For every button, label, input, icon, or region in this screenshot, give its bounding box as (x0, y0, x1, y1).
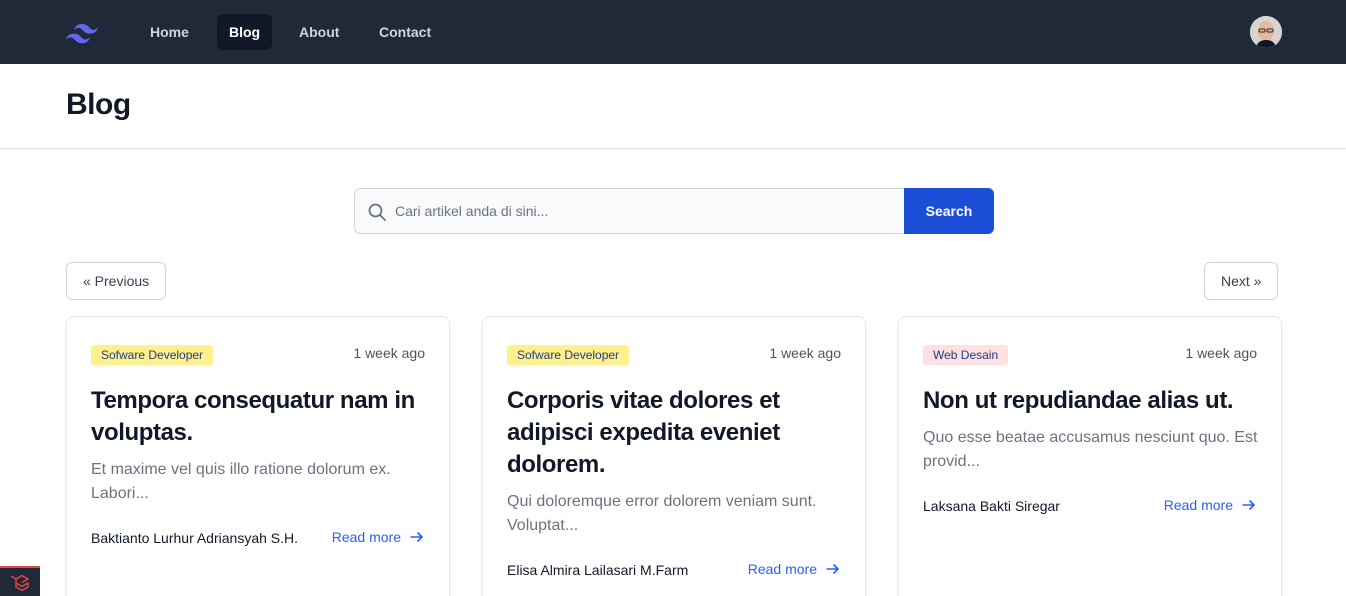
previous-button[interactable]: « Previous (66, 262, 167, 300)
category-badge[interactable]: Sofware Developer (91, 345, 214, 365)
post-title[interactable]: Corporis vitae dolores et adipisci exped… (507, 385, 843, 481)
search-input[interactable] (395, 189, 895, 233)
tailwind-logo-icon[interactable] (66, 20, 98, 44)
post-excerpt: Quo esse beatae accusamus nesciunt quo. … (923, 429, 1258, 470)
nav-link-blog[interactable]: Blog (217, 14, 273, 50)
read-more-link[interactable]: Read more (1164, 497, 1257, 513)
post-date: 1 week ago (353, 345, 425, 361)
read-more-label: Read more (331, 529, 401, 545)
page-title: Blog (66, 88, 131, 121)
page-header: Blog (0, 64, 1346, 149)
nav-link-contact[interactable]: Contact (367, 14, 443, 50)
post-excerpt: Qui doloremque error dolorem veniam sunt… (507, 493, 817, 534)
read-more-label: Read more (747, 561, 817, 577)
arrow-right-icon (410, 532, 423, 542)
read-more-link[interactable]: Read more (748, 561, 841, 577)
navbar: Home Blog About Contact (0, 0, 1346, 64)
post-author: Elisa Almira Lailasari M.Farm (507, 562, 689, 578)
arrow-right-icon (826, 564, 839, 574)
avatar[interactable] (1250, 16, 1282, 48)
post-author: Baktianto Lurhur Adriansyah S.H. (91, 530, 299, 546)
search-form: Search (354, 188, 994, 234)
post-date: 1 week ago (769, 345, 841, 361)
post-title[interactable]: Tempora consequatur nam in voluptas. (91, 385, 427, 449)
search-button[interactable]: Search (904, 188, 994, 234)
post-card: Web Desain 1 week ago Non ut repudiandae… (898, 316, 1282, 596)
post-author: Laksana Bakti Siregar (923, 498, 1060, 514)
next-button[interactable]: Next » (1204, 262, 1279, 300)
search-icon (368, 203, 386, 221)
category-badge[interactable]: Web Desain (923, 345, 1009, 365)
read-more-label: Read more (1163, 497, 1233, 513)
search-field[interactable] (354, 188, 904, 234)
arrow-right-icon (1242, 500, 1255, 510)
debugbar-toggle[interactable] (0, 566, 40, 596)
nav-link-home[interactable]: Home (138, 14, 201, 50)
post-date: 1 week ago (1185, 345, 1257, 361)
read-more-link[interactable]: Read more (332, 529, 425, 545)
post-card: Sofware Developer 1 week ago Tempora con… (66, 316, 450, 596)
laravel-icon (10, 574, 29, 592)
category-badge[interactable]: Sofware Developer (507, 345, 630, 365)
nav-link-about[interactable]: About (287, 14, 351, 50)
post-title[interactable]: Non ut repudiandae alias ut. (923, 385, 1259, 417)
post-card: Sofware Developer 1 week ago Corporis vi… (482, 316, 866, 596)
post-excerpt: Et maxime vel quis illo ratione dolorum … (91, 461, 391, 502)
user-avatar-icon (1250, 16, 1282, 48)
